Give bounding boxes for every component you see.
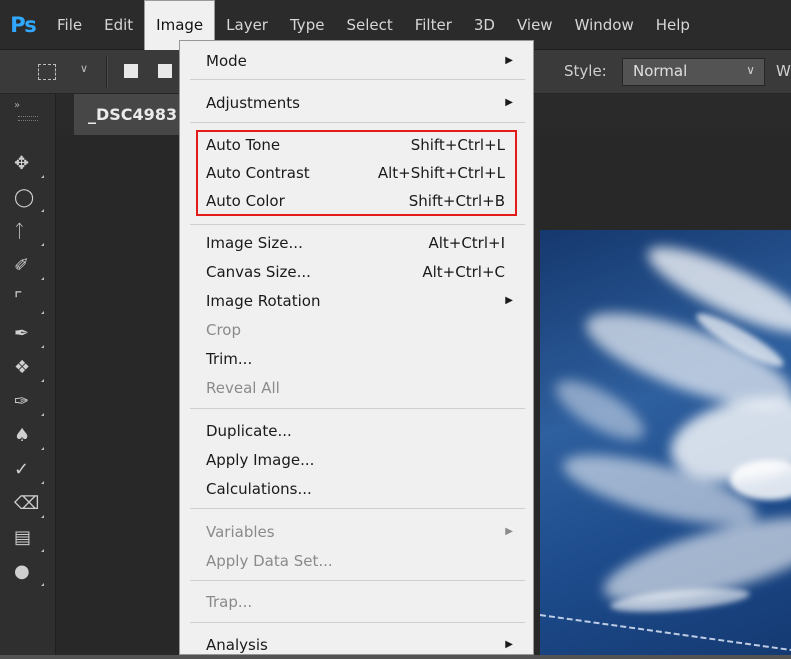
chevron-down-icon: ∨ bbox=[746, 63, 755, 77]
menu-item-label: Variables bbox=[206, 523, 275, 541]
menu-help[interactable]: Help bbox=[645, 0, 701, 50]
menu-item-trap: Trap... bbox=[206, 588, 513, 616]
rectangular-marquee-icon bbox=[38, 64, 56, 80]
width-label: W bbox=[776, 62, 791, 80]
menu-item-apply-data-set: Apply Data Set... bbox=[206, 547, 513, 575]
menu-item-label: Trim... bbox=[206, 350, 253, 368]
quick-selection-tool-icon[interactable]: ✐ bbox=[14, 252, 44, 280]
menu-edit[interactable]: Edit bbox=[93, 0, 144, 50]
menu-item-canvas-size[interactable]: Canvas Size... Alt+Ctrl+C bbox=[206, 258, 513, 286]
menu-item-label: Trap... bbox=[206, 593, 253, 611]
menu-separator bbox=[190, 580, 525, 581]
divider bbox=[106, 56, 108, 88]
menu-item-variables: Variables ▶ bbox=[206, 518, 513, 546]
menu-item-label: Crop bbox=[206, 321, 242, 339]
menu-item-label: Image Size... bbox=[206, 234, 303, 252]
menu-item-shortcut: Alt+Ctrl+C bbox=[422, 263, 505, 281]
crop-tool-icon[interactable]: ⌜ bbox=[14, 286, 44, 314]
menu-window[interactable]: Window bbox=[564, 0, 645, 50]
ellipse-marquee-tool-icon[interactable]: ◯ bbox=[14, 184, 44, 212]
style-label: Style: bbox=[564, 62, 607, 80]
menu-item-label: Canvas Size... bbox=[206, 263, 311, 281]
move-tool-icon[interactable]: ✥ bbox=[14, 150, 44, 178]
healing-brush-tool-icon[interactable]: ❖ bbox=[14, 354, 44, 382]
menu-item-label: Image Rotation bbox=[206, 292, 321, 310]
menu-item-label: Adjustments bbox=[206, 94, 300, 112]
eyedropper-tool-icon[interactable]: ✒ bbox=[14, 320, 44, 348]
menu-separator bbox=[190, 408, 525, 409]
menu-separator bbox=[190, 122, 525, 123]
sky-clouds-photo bbox=[540, 247, 791, 651]
menu-separator bbox=[190, 622, 525, 623]
clone-stamp-tool-icon[interactable]: ♠ bbox=[14, 422, 44, 450]
menu-item-label: Apply Data Set... bbox=[206, 552, 333, 570]
menu-item-crop: Crop bbox=[206, 316, 513, 344]
gradient-tool-icon[interactable]: ▤ bbox=[14, 524, 44, 552]
chevron-down-icon[interactable]: ∨ bbox=[80, 62, 88, 75]
menu-item-trim[interactable]: Trim... bbox=[206, 345, 513, 373]
lasso-tool-icon[interactable]: ᛏ bbox=[14, 218, 44, 246]
menu-item-label: Calculations... bbox=[206, 480, 312, 498]
photoshop-logo: Ps bbox=[10, 12, 37, 37]
menu-item-image-rotation[interactable]: Image Rotation ▶ bbox=[206, 287, 513, 315]
eraser-tool-icon[interactable]: ⌫ bbox=[14, 490, 44, 518]
submenu-arrow-icon: ▶ bbox=[505, 55, 513, 66]
tools-panel: » ✥ ◯ ᛏ ✐ ⌜ ✒ ❖ ✑ ♠ ✓ ⌫ ▤ ● bbox=[0, 94, 56, 655]
menu-item-reveal-all: Reveal All bbox=[206, 374, 513, 402]
menu-item-calculations[interactable]: Calculations... bbox=[206, 475, 513, 503]
style-select-value: Normal bbox=[633, 62, 688, 80]
menu-separator bbox=[190, 508, 525, 509]
menu-item-shortcut: Alt+Ctrl+I bbox=[428, 234, 505, 252]
collapse-panel-icon[interactable]: » bbox=[14, 100, 20, 111]
menu-separator bbox=[190, 224, 525, 225]
highlight-box bbox=[196, 130, 517, 216]
menu-item-mode[interactable]: Mode ▶ bbox=[206, 47, 513, 75]
submenu-arrow-icon: ▶ bbox=[505, 295, 513, 306]
history-brush-tool-icon[interactable]: ✓ bbox=[14, 456, 44, 484]
new-selection-icon[interactable] bbox=[124, 64, 138, 78]
panel-grip[interactable] bbox=[18, 116, 38, 121]
menu-file[interactable]: File bbox=[46, 0, 93, 50]
menu-item-label: Duplicate... bbox=[206, 422, 292, 440]
menu-item-image-size[interactable]: Image Size... Alt+Ctrl+I bbox=[206, 229, 513, 257]
menu-item-label: Apply Image... bbox=[206, 451, 315, 469]
menu-item-label: Reveal All bbox=[206, 379, 280, 397]
submenu-arrow-icon: ▶ bbox=[505, 526, 513, 537]
style-select[interactable]: Normal ∨ bbox=[622, 58, 765, 86]
tool-preset-picker[interactable] bbox=[36, 62, 62, 82]
brush-tool-icon[interactable]: ✑ bbox=[14, 388, 44, 416]
menu-item-apply-image[interactable]: Apply Image... bbox=[206, 446, 513, 474]
menu-separator bbox=[190, 79, 525, 80]
menu-item-duplicate[interactable]: Duplicate... bbox=[206, 417, 513, 445]
blur-tool-icon[interactable]: ● bbox=[14, 558, 44, 586]
submenu-arrow-icon: ▶ bbox=[505, 97, 513, 108]
canvas-image[interactable] bbox=[540, 230, 791, 655]
image-menu-dropdown: Mode ▶ Adjustments ▶ Auto Tone Shift+Ctr… bbox=[179, 40, 534, 655]
menu-item-label: Mode bbox=[206, 52, 247, 70]
menu-item-adjustments[interactable]: Adjustments ▶ bbox=[206, 89, 513, 117]
add-to-selection-icon[interactable] bbox=[158, 64, 172, 78]
